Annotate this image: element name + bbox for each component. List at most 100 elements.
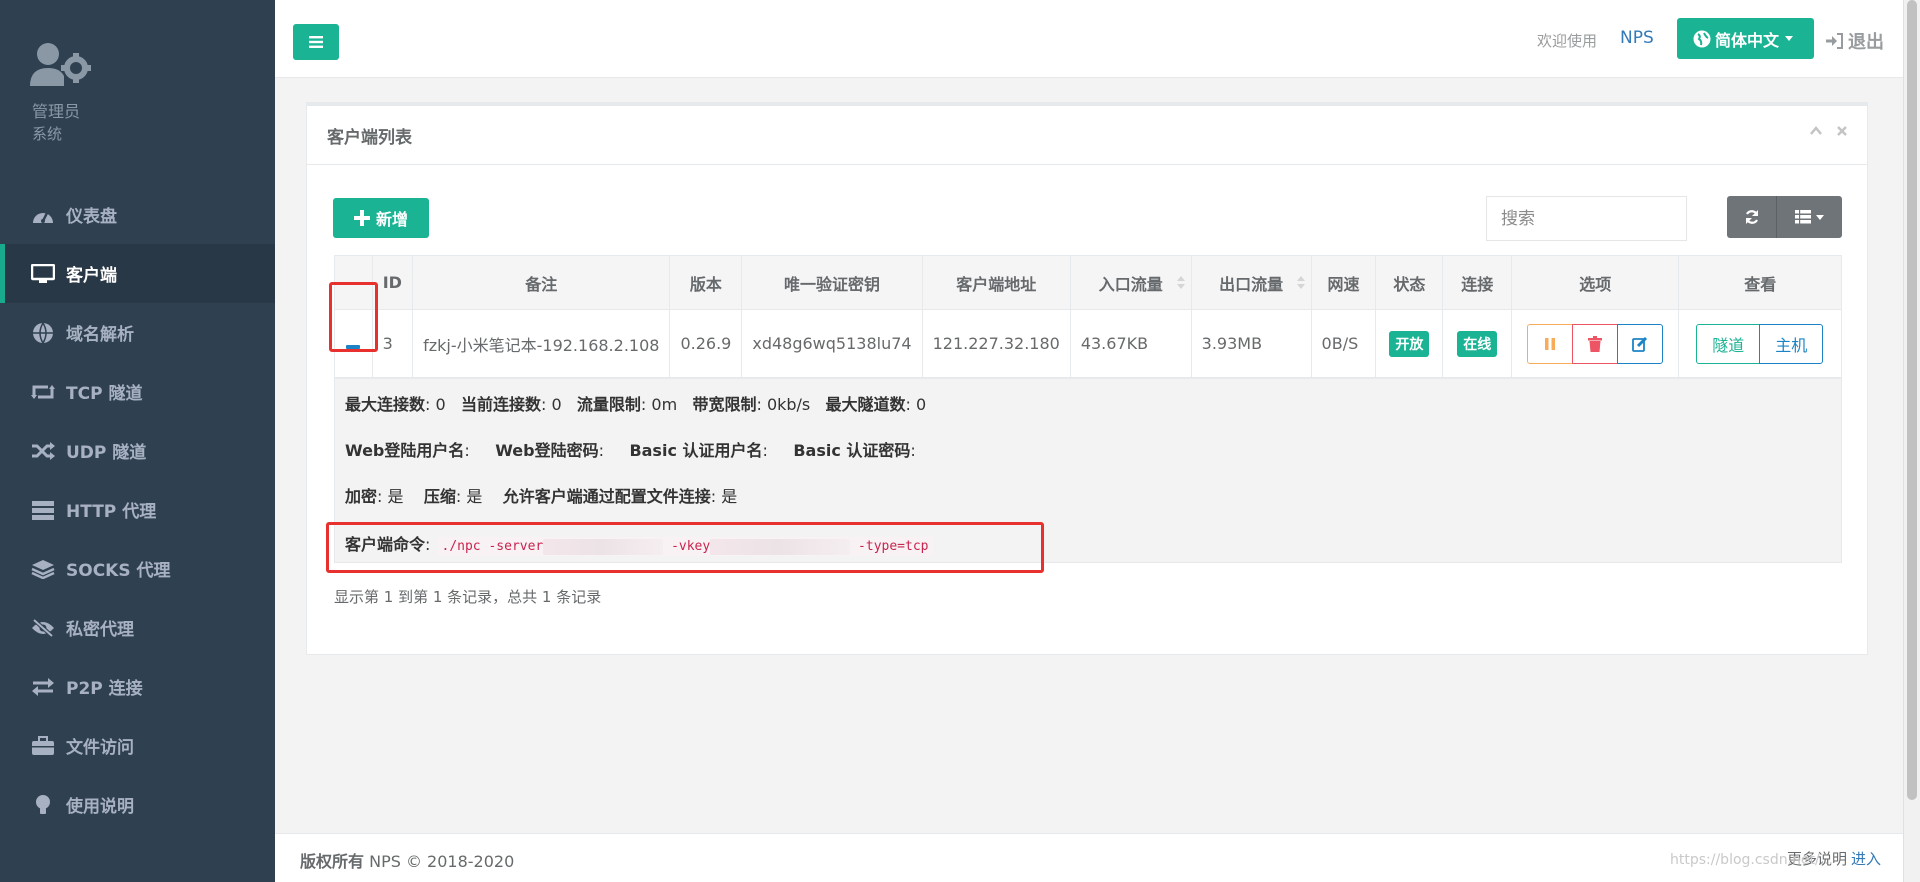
sidebar-item-label: UDP 隧道 <box>66 443 147 463</box>
column-header-status: 状态 <box>1375 255 1444 310</box>
sidebar-item-label: TCP 隧道 <box>66 384 143 404</box>
retweet-icon <box>30 381 56 403</box>
column-header-label: 入口流量 <box>1098 274 1163 294</box>
detail-label: 最大隧道数 <box>825 395 906 414</box>
top-navbar: 欢迎使用 NPS 简体中文 退出 <box>275 0 1903 78</box>
cell-options <box>1511 309 1680 378</box>
view-host-button[interactable]: 主机 <box>1759 323 1824 364</box>
sidebar-toggle-button[interactable] <box>293 24 339 60</box>
sidebar-item-label: 客户端 <box>66 266 117 286</box>
sidebar-item-label: 使用说明 <box>66 797 134 817</box>
sidebar-item-label: 域名解析 <box>66 325 134 345</box>
layers-icon <box>30 558 56 580</box>
column-header-vkey[interactable]: 唯一验证密钥 <box>741 255 923 310</box>
sidebar-item-domain[interactable]: 域名解析 <box>0 303 275 362</box>
column-header-view: 查看 <box>1678 255 1842 310</box>
sidebar-item-secret[interactable]: 私密代理 <box>0 598 275 657</box>
sidebar-item-socks[interactable]: SOCKS 代理 <box>0 539 275 598</box>
column-header-id[interactable]: ID <box>371 255 414 310</box>
sidebar-item-http[interactable]: HTTP 代理 <box>0 480 275 539</box>
edit-button[interactable] <box>1616 323 1663 364</box>
sidebar-item-file[interactable]: 文件访问 <box>0 716 275 775</box>
refresh-icon <box>1745 210 1758 224</box>
cell-vkey: xd48g6wq5138lu74 <box>741 309 923 378</box>
status-badge: 开放 <box>1389 330 1430 357</box>
page-scrollbar[interactable] <box>1903 0 1920 882</box>
column-header-label: 出口流量 <box>1219 274 1284 294</box>
detail-auth-line: Web登陆用户名: Web登陆密码: Basic 认证用户名: Basic 认证… <box>345 441 916 460</box>
desktop-icon <box>30 263 56 285</box>
profile-role: 管理员 <box>32 102 81 121</box>
cell-remark: fzkj-小米笔记本-192.168.2.108 <box>412 309 671 378</box>
hamburger-icon <box>309 36 323 48</box>
app-name-link[interactable]: NPS <box>1620 28 1654 48</box>
caret-down-icon <box>1816 214 1824 220</box>
add-client-label: 新增 <box>375 210 408 229</box>
delete-button[interactable] <box>1571 323 1618 364</box>
clients-panel: 客户端列表 新增 ID 备注 版本 唯一验证密钥 <box>306 102 1868 655</box>
logout-link[interactable]: 退出 <box>1825 28 1884 54</box>
column-header-outflow[interactable]: 出口流量 <box>1190 255 1312 310</box>
cell-address: 121.227.32.180 <box>921 309 1071 378</box>
footer: 版权所有 NPS © 2018-2020 更多说明 进入 <box>275 833 1903 882</box>
enter-link[interactable]: 进入 <box>1851 850 1881 868</box>
copyright: 版权所有 NPS © 2018-2020 <box>300 848 514 872</box>
lightbulb-icon <box>30 794 56 816</box>
column-header-options: 选项 <box>1511 255 1680 310</box>
random-icon <box>30 440 56 462</box>
columns-toggle-button[interactable] <box>1777 196 1842 238</box>
detail-value: 0kb/s <box>766 395 811 414</box>
connection-badge: 在线 <box>1457 330 1498 357</box>
language-label: 简体中文 <box>1715 30 1780 50</box>
language-dropdown[interactable]: 简体中文 <box>1677 18 1814 59</box>
edit-icon <box>1631 336 1647 352</box>
sidebar-item-p2p[interactable]: P2P 连接 <box>0 657 275 716</box>
sort-icon[interactable] <box>1176 276 1185 290</box>
detail-value: 0 <box>916 395 927 414</box>
detail-value: 0 <box>551 395 562 414</box>
cell-outflow: 3.93MB <box>1190 309 1312 378</box>
detail-label: 最大连接数 <box>345 395 426 414</box>
detail-label: Basic 认证密码 <box>793 441 911 460</box>
detail-options-line: 加密: 是 压缩: 是 允许客户端通过配置文件连接: 是 <box>345 487 738 506</box>
highlight-box-command <box>326 522 1044 573</box>
chevron-up-icon[interactable] <box>1809 124 1823 138</box>
sort-icon[interactable] <box>1296 276 1305 290</box>
sidebar: 管理员 系统 仪表盘 客户端 域名解析 TCP 隧道 UDP 隧道 HTTP 代… <box>0 0 275 882</box>
sidebar-item-label: HTTP 代理 <box>66 502 157 522</box>
sidebar-item-clients[interactable]: 客户端 <box>0 244 275 303</box>
sign-out-icon <box>1826 33 1843 49</box>
sidebar-item-help[interactable]: 使用说明 <box>0 775 275 834</box>
close-icon[interactable] <box>1835 124 1849 138</box>
table-header-row: ID 备注 版本 唯一验证密钥 客户端地址 入口流量 出口流量 网速 状态 连接… <box>334 255 1842 310</box>
sidebar-nav: 仪表盘 客户端 域名解析 TCP 隧道 UDP 隧道 HTTP 代理 SOCKS… <box>0 185 275 834</box>
briefcase-icon <box>30 735 56 757</box>
column-header-inflow[interactable]: 入口流量 <box>1069 255 1192 310</box>
add-client-button[interactable]: 新增 <box>333 198 429 238</box>
scrollbar-thumb[interactable] <box>1907 0 1917 800</box>
column-header-address[interactable]: 客户端地址 <box>921 255 1071 310</box>
cell-connection: 在线 <box>1442 309 1513 378</box>
sidebar-item-udp[interactable]: UDP 隧道 <box>0 421 275 480</box>
columns-icon <box>1795 210 1811 224</box>
detail-label: 允许客户端通过配置文件连接 <box>502 487 711 506</box>
detail-value: 0 <box>435 395 446 414</box>
sidebar-item-tcp[interactable]: TCP 隧道 <box>0 362 275 421</box>
detail-label: Basic 认证用户名 <box>629 441 763 460</box>
detail-label: 流量限制 <box>576 395 641 414</box>
search-input[interactable] <box>1486 196 1687 241</box>
pagination-info: 显示第 1 到第 1 条记录，总共 1 条记录 <box>334 588 602 606</box>
detail-value: 0m <box>651 395 678 414</box>
column-header-connection: 连接 <box>1442 255 1513 310</box>
table-toolbar <box>1727 196 1842 238</box>
detail-label: 压缩 <box>423 487 456 506</box>
view-tunnel-button[interactable]: 隧道 <box>1696 323 1761 364</box>
refresh-button[interactable] <box>1727 196 1777 238</box>
dashboard-icon <box>30 204 56 226</box>
sidebar-item-dashboard[interactable]: 仪表盘 <box>0 185 275 244</box>
column-header-remark[interactable]: 备注 <box>412 255 671 310</box>
pause-icon <box>1544 337 1555 350</box>
column-header-version[interactable]: 版本 <box>669 255 743 310</box>
caret-down-icon <box>1785 36 1794 41</box>
stop-button[interactable] <box>1526 323 1573 364</box>
